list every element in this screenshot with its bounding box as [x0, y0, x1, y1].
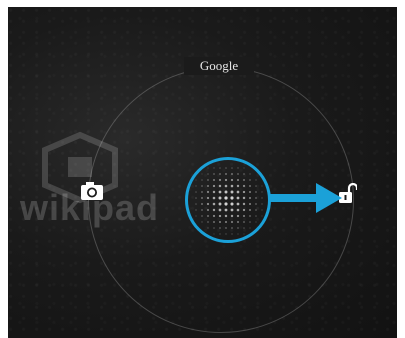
handle-highlight-circle [185, 157, 271, 243]
lockscreen: wikipad Google [8, 7, 397, 338]
camera-icon[interactable] [80, 181, 104, 201]
google-search-target[interactable]: Google [184, 57, 254, 75]
swipe-right-arrow [270, 183, 342, 213]
